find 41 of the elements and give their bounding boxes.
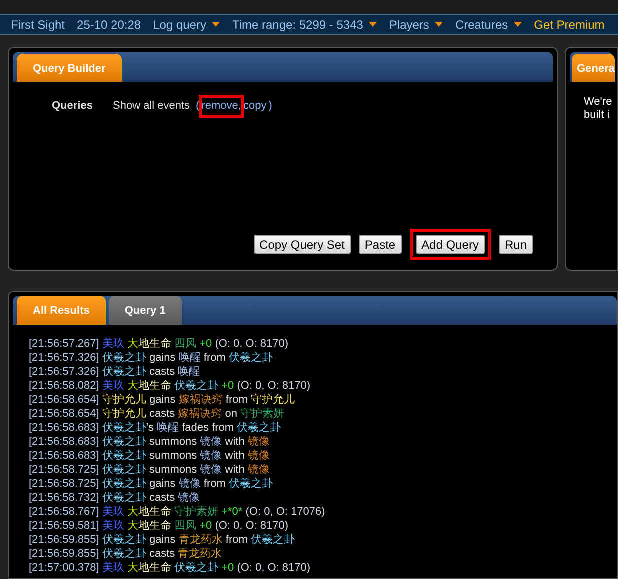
action-button[interactable]: Run [498, 235, 533, 254]
paren: ) [268, 99, 272, 114]
query-link[interactable]: copy [243, 98, 267, 114]
log-line: [21:56:58.767] 美玖 大地生命 守护素妍 +*0* (O: 0, O: 17076) [29, 504, 326, 518]
panel-text: We're [584, 96, 613, 109]
log-line: [21:56:58.732] 伏羲之卦 casts 镜像 [29, 490, 202, 504]
log-line: [21:57:00.378] 美玖 大地生命 伏羲之卦 +0 (O: 0, O: 8170) [29, 560, 312, 574]
action-button[interactable]: Paste [358, 235, 402, 254]
nav-menu[interactable]: Players [389, 16, 444, 34]
log-line: [21:56:57.326] 伏羲之卦 gains 唤醒 from 伏羲之卦 [29, 350, 274, 364]
paren: ( [196, 99, 200, 114]
panel-text: built i [584, 109, 611, 122]
query-link[interactable]: remove, [202, 98, 242, 114]
log-line: [21:56:58.082] 美玖 大地生命 伏羲之卦 +0 (O: 0, O: 8170) [29, 378, 312, 392]
queries-label: Queries [52, 99, 94, 114]
caret-icon [435, 22, 444, 27]
log-line: [21:56:58.654] 守护允儿 casts 嫁祸诀窍 on 守护素妍 [29, 406, 286, 420]
nav-label: First Sight [11, 16, 66, 34]
log-line: [21:56:57.326] 伏羲之卦 casts 唤醒 [29, 364, 202, 378]
nav-label: 25-10 20:28 [77, 16, 142, 34]
log-line: [21:56:59.855] 伏羲之卦 casts 青龙药水 [29, 546, 224, 560]
log-line: [21:56:59.855] 伏羲之卦 gains 青龙药水 from 伏羲之卦 [29, 532, 296, 546]
log-line: [21:56:58.683] 伏羲之卦's 唤醒 fades from 伏羲之卦 [29, 420, 282, 434]
nav-menu[interactable]: Log query [153, 16, 220, 34]
action-button[interactable]: Add Query [416, 235, 485, 254]
caret-icon [514, 22, 522, 27]
log-line: [21:56:57.267] 美玖 大地生命 四风 +0 (O: 0, O: 8170) [29, 336, 290, 350]
log-line: [21:56:58.725] 伏羲之卦 gains 镜像 from 伏羲之卦 [29, 476, 274, 490]
log-line: [21:56:59.581] 美玖 大地生命 四风 +0 (O: 0, O: 8170) [29, 518, 290, 532]
caret-icon [369, 22, 378, 27]
caret-icon [212, 22, 220, 27]
log-line: [21:56:58.683] 伏羲之卦 summons 镜像 with 镜像 [29, 448, 271, 462]
log-line: [21:56:58.654] 守护允儿 gains 嫁祸诀窍 from 守护允儿 [29, 392, 296, 406]
premium-link[interactable]: Get Premium [534, 16, 605, 34]
nav-menu[interactable]: Time range: 5299 - 5343 [232, 16, 378, 34]
action-button[interactable]: Copy Query Set [254, 235, 351, 254]
log-line: [21:56:58.725] 伏羲之卦 summons 镜像 with 镜像 [29, 462, 271, 476]
log-line: [21:56:58.683] 伏羲之卦 summons 镜像 with 镜像 [29, 434, 271, 448]
tab[interactable]: Query 1 [108, 296, 182, 324]
query-text: Show all events [113, 99, 190, 114]
nav-menu[interactable]: Creatures [455, 16, 522, 34]
